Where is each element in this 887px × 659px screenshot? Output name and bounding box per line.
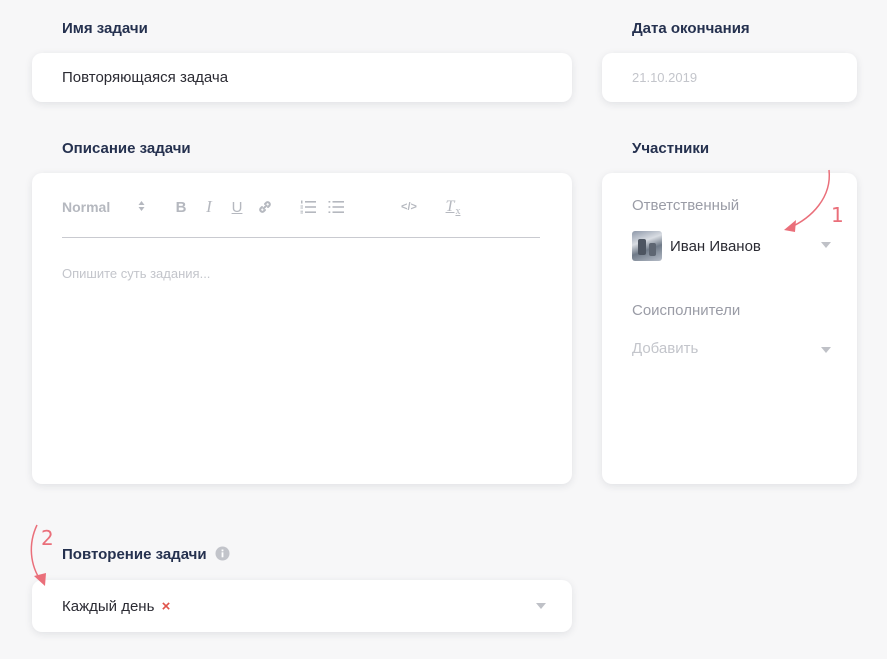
task-name-value: Повторяющаяся задача bbox=[62, 69, 229, 86]
remove-icon[interactable]: × bbox=[162, 598, 171, 615]
responsible-name: Иван Иванов bbox=[670, 238, 761, 255]
description-editor[interactable]: Normal B I U </> T x Опишите суть задани… bbox=[32, 173, 572, 484]
clear-format-button[interactable]: Tx bbox=[442, 197, 464, 217]
bullet-list-icon bbox=[328, 200, 344, 214]
link-icon bbox=[257, 199, 273, 215]
participants-card: Ответственный Иван Иванов Соисполнители … bbox=[602, 173, 857, 484]
annotation-arrow-2 bbox=[30, 524, 42, 582]
code-label: </> bbox=[401, 201, 417, 213]
italic-label: I bbox=[206, 197, 212, 216]
coexecutors-label: Соисполнители bbox=[632, 302, 741, 319]
due-date-input[interactable]: 21.10.2019 bbox=[602, 53, 857, 102]
annotation-number-1: 1 bbox=[831, 203, 844, 227]
clear-x-icon: x bbox=[455, 205, 461, 217]
bold-label: B bbox=[175, 198, 187, 216]
chevron-down-icon bbox=[821, 242, 831, 248]
code-button[interactable]: </> bbox=[398, 197, 420, 217]
repeat-label-text: Повторение задачи bbox=[62, 546, 207, 563]
italic-button[interactable]: I bbox=[200, 197, 218, 217]
style-select[interactable]: Normal bbox=[62, 197, 152, 217]
task-name-input[interactable]: Повторяющаяся задача bbox=[32, 53, 572, 102]
editor-toolbar: Normal B I U </> T x bbox=[62, 197, 540, 238]
due-date-label: Дата окончания bbox=[632, 20, 750, 37]
repeat-select[interactable]: Каждый день × bbox=[32, 580, 572, 632]
sort-arrows-icon bbox=[138, 200, 145, 212]
task-name-label: Имя задачи bbox=[62, 20, 148, 37]
ordered-list-icon bbox=[300, 200, 316, 214]
description-label: Описание задачи bbox=[62, 140, 191, 157]
coexecutors-select[interactable]: Добавить bbox=[632, 338, 832, 360]
underline-label: U bbox=[231, 198, 243, 216]
avatar bbox=[632, 231, 662, 261]
chevron-down-icon bbox=[536, 603, 546, 609]
repeat-value: Каждый день × bbox=[62, 598, 170, 615]
chevron-down-icon bbox=[821, 347, 831, 353]
bold-button[interactable]: B bbox=[172, 197, 190, 217]
link-button[interactable] bbox=[255, 197, 275, 217]
repeat-value-text: Каждый день bbox=[62, 598, 155, 615]
coexecutors-placeholder: Добавить bbox=[632, 340, 699, 357]
due-date-placeholder: 21.10.2019 bbox=[632, 70, 698, 85]
annotation-number-2: 2 bbox=[41, 526, 54, 550]
repeat-label: Повторение задачи bbox=[62, 546, 230, 565]
underline-button[interactable]: U bbox=[228, 197, 246, 217]
style-select-value: Normal bbox=[62, 199, 111, 215]
ordered-list-button[interactable] bbox=[298, 197, 318, 217]
clear-format-label: T bbox=[445, 198, 455, 215]
bullet-list-button[interactable] bbox=[326, 197, 346, 217]
info-icon[interactable] bbox=[215, 546, 230, 565]
responsible-label: Ответственный bbox=[632, 197, 740, 214]
description-placeholder: Опишите суть задания... bbox=[62, 266, 211, 281]
responsible-select[interactable]: Иван Иванов bbox=[632, 231, 832, 263]
participants-label: Участники bbox=[632, 140, 710, 157]
